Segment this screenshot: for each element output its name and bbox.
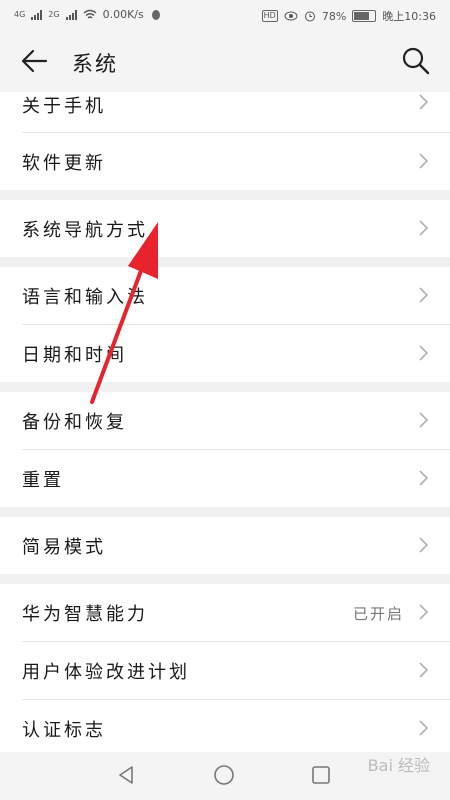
list-item-label: 简易模式 [22,537,106,558]
chevron-right-icon [419,537,428,553]
chevron-right-icon [419,470,428,486]
list-item-label: 华为智慧能力 [22,604,148,625]
signal-icon [31,9,43,20]
list-item-certification[interactable]: 认证标志 [22,700,450,757]
settings-group: 关于手机 软件更新 [0,92,450,190]
chevron-right-icon [419,720,428,736]
list-item-software-update[interactable]: 软件更新 [22,133,450,190]
network-type-2: 2G [48,10,60,19]
list-item-label: 认证标志 [22,720,106,741]
list-item-system-navigation[interactable]: 系统导航方式 [22,200,450,257]
status-right: HD 78% 晚上10:36 [261,8,436,24]
chevron-right-icon [419,153,428,169]
list-item-date-time[interactable]: 日期和时间 [22,325,450,382]
settings-group: 备份和恢复 重置 [0,392,450,507]
wifi-icon [83,9,97,19]
status-left: 4G 2G 0.00K/s [14,8,162,21]
clock: 晚上10:36 [382,10,436,23]
battery-icon [352,10,377,22]
list-item-huawei-ai[interactable]: 华为智慧能力 已开启 [22,584,450,642]
nav-home-icon[interactable] [213,764,235,786]
list-item-simple-mode[interactable]: 简易模式 [22,517,450,574]
network-speed: 0.00K/s [102,8,144,21]
hd-badge: HD [261,10,278,22]
list-item-language-input[interactable]: 语言和输入法 [22,267,450,325]
signal-icon-2 [65,9,77,20]
search-icon[interactable] [400,45,432,77]
list-item-label: 语言和输入法 [22,287,148,308]
chevron-right-icon [419,412,428,428]
chevron-right-icon [419,287,428,303]
chevron-right-icon [419,662,428,678]
nav-back-icon[interactable] [116,764,138,786]
list-item-reset[interactable]: 重置 [22,450,450,507]
watermark: Bai 经验 [367,756,430,775]
chevron-right-icon [419,220,428,236]
chevron-right-icon [419,604,428,620]
settings-group: 系统导航方式 [0,200,450,257]
chevron-right-icon [419,94,428,110]
qq-icon [151,9,160,20]
alarm-icon [304,11,315,22]
list-item-label: 关于手机 [22,96,106,117]
list-item-backup-restore[interactable]: 备份和恢复 [22,392,450,450]
list-item-value: 已开启 [352,605,404,623]
list-item-label: 系统导航方式 [22,220,148,241]
list-item-label: 备份和恢复 [22,412,127,433]
list-item-about-phone[interactable]: 关于手机 [22,92,450,133]
chevron-right-icon [419,345,428,361]
nav-recent-icon[interactable] [310,764,332,786]
app-bar: 系统 [0,30,450,92]
back-arrow-icon[interactable] [18,46,50,76]
list-item-label: 用户体验改进计划 [22,662,190,683]
battery-percent: 78% [321,9,347,23]
list-item-user-experience[interactable]: 用户体验改进计划 [22,642,450,700]
list-item-label: 软件更新 [22,153,106,174]
list-item-label: 重置 [22,470,64,491]
eye-icon [284,11,298,21]
page-title: 系统 [72,52,118,76]
settings-list: 关于手机 软件更新 系统导航方式 语言和输入法 日期和时间 备份和恢复 重置 简… [0,92,450,767]
settings-group: 语言和输入法 日期和时间 [0,267,450,382]
status-bar: 4G 2G 0.00K/s HD 78% 晚上10:36 [0,0,450,30]
list-item-label: 日期和时间 [22,345,127,366]
network-type-1: 4G [14,10,26,19]
settings-group: 简易模式 [0,517,450,574]
settings-group: 华为智慧能力 已开启 用户体验改进计划 认证标志 [0,584,450,757]
